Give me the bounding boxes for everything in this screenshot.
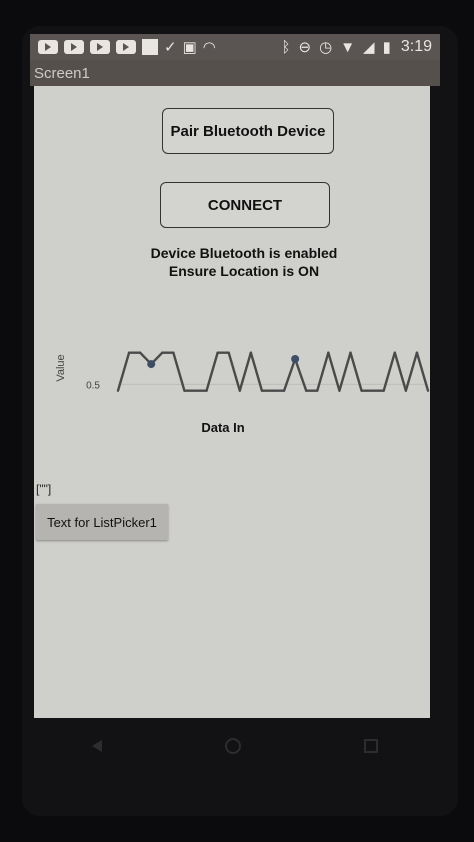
clock: 3:19 [400,38,432,55]
youtube-icon [38,40,58,54]
series-segment [415,351,430,392]
data-point [291,355,300,363]
location-status-line: Ensure Location is ON [168,263,320,279]
y-tick-label: 0.5 [86,380,100,391]
list-picker-button[interactable]: Text for ListPicker1 [36,504,168,540]
connect-button[interactable]: CONNECT [160,182,330,228]
series-segment [249,351,264,392]
series-segment [338,351,352,392]
status-text: Device Bluetooth is enabled Ensure Locat… [94,244,394,280]
series-segment [116,351,131,392]
youtube-icon [90,40,110,54]
status-bar: ✓ ▣ ◠ ᛒ ⊖ ◷ ▼ ◢ ▮ 3:19 [30,34,440,60]
series-segment [404,351,419,392]
series-segment [282,357,297,392]
home-icon[interactable] [224,738,241,754]
data-chart: 0.5 Value Data In [55,351,430,435]
nav-bar [30,726,440,766]
series-segment [293,357,308,392]
battery-icon: ▮ [382,38,391,56]
youtube-icon [64,40,84,54]
series-segment [382,351,396,392]
series-segment [349,351,363,392]
series-segment [205,351,219,392]
app-screen: Pair Bluetooth Device CONNECT Device Blu… [34,86,430,718]
recents-icon[interactable] [364,739,379,753]
app-title-bar: Screen1 [30,60,440,86]
wifi-icon: ▼ [340,38,356,56]
data-point [147,360,156,369]
list-label: [""] [36,482,52,496]
check-icon: ✓ [164,38,177,56]
series-segment [316,351,330,392]
series-segment [393,351,408,392]
y-axis-label: Value [55,354,67,381]
series-segment [327,351,341,392]
alarm-icon: ◷ [319,38,333,56]
do-not-disturb-icon: ⊖ [298,38,312,56]
photo-icon: ▣ [182,38,197,56]
series-segment [227,351,241,392]
app-title: Screen1 [34,64,90,82]
pair-bluetooth-button[interactable]: Pair Bluetooth Device [162,108,334,154]
bluetooth-status-line: Device Bluetooth is enabled [150,245,338,261]
series-segment [172,351,186,392]
series-segment [238,351,253,392]
signal-icon: ◢ [363,38,375,56]
x-axis-label: Data In [201,420,244,435]
back-icon[interactable] [91,740,102,752]
image-icon [142,39,158,55]
bluetooth-icon: ᛒ [281,38,291,56]
youtube-icon [116,40,136,54]
cloud-icon: ◠ [202,38,216,56]
